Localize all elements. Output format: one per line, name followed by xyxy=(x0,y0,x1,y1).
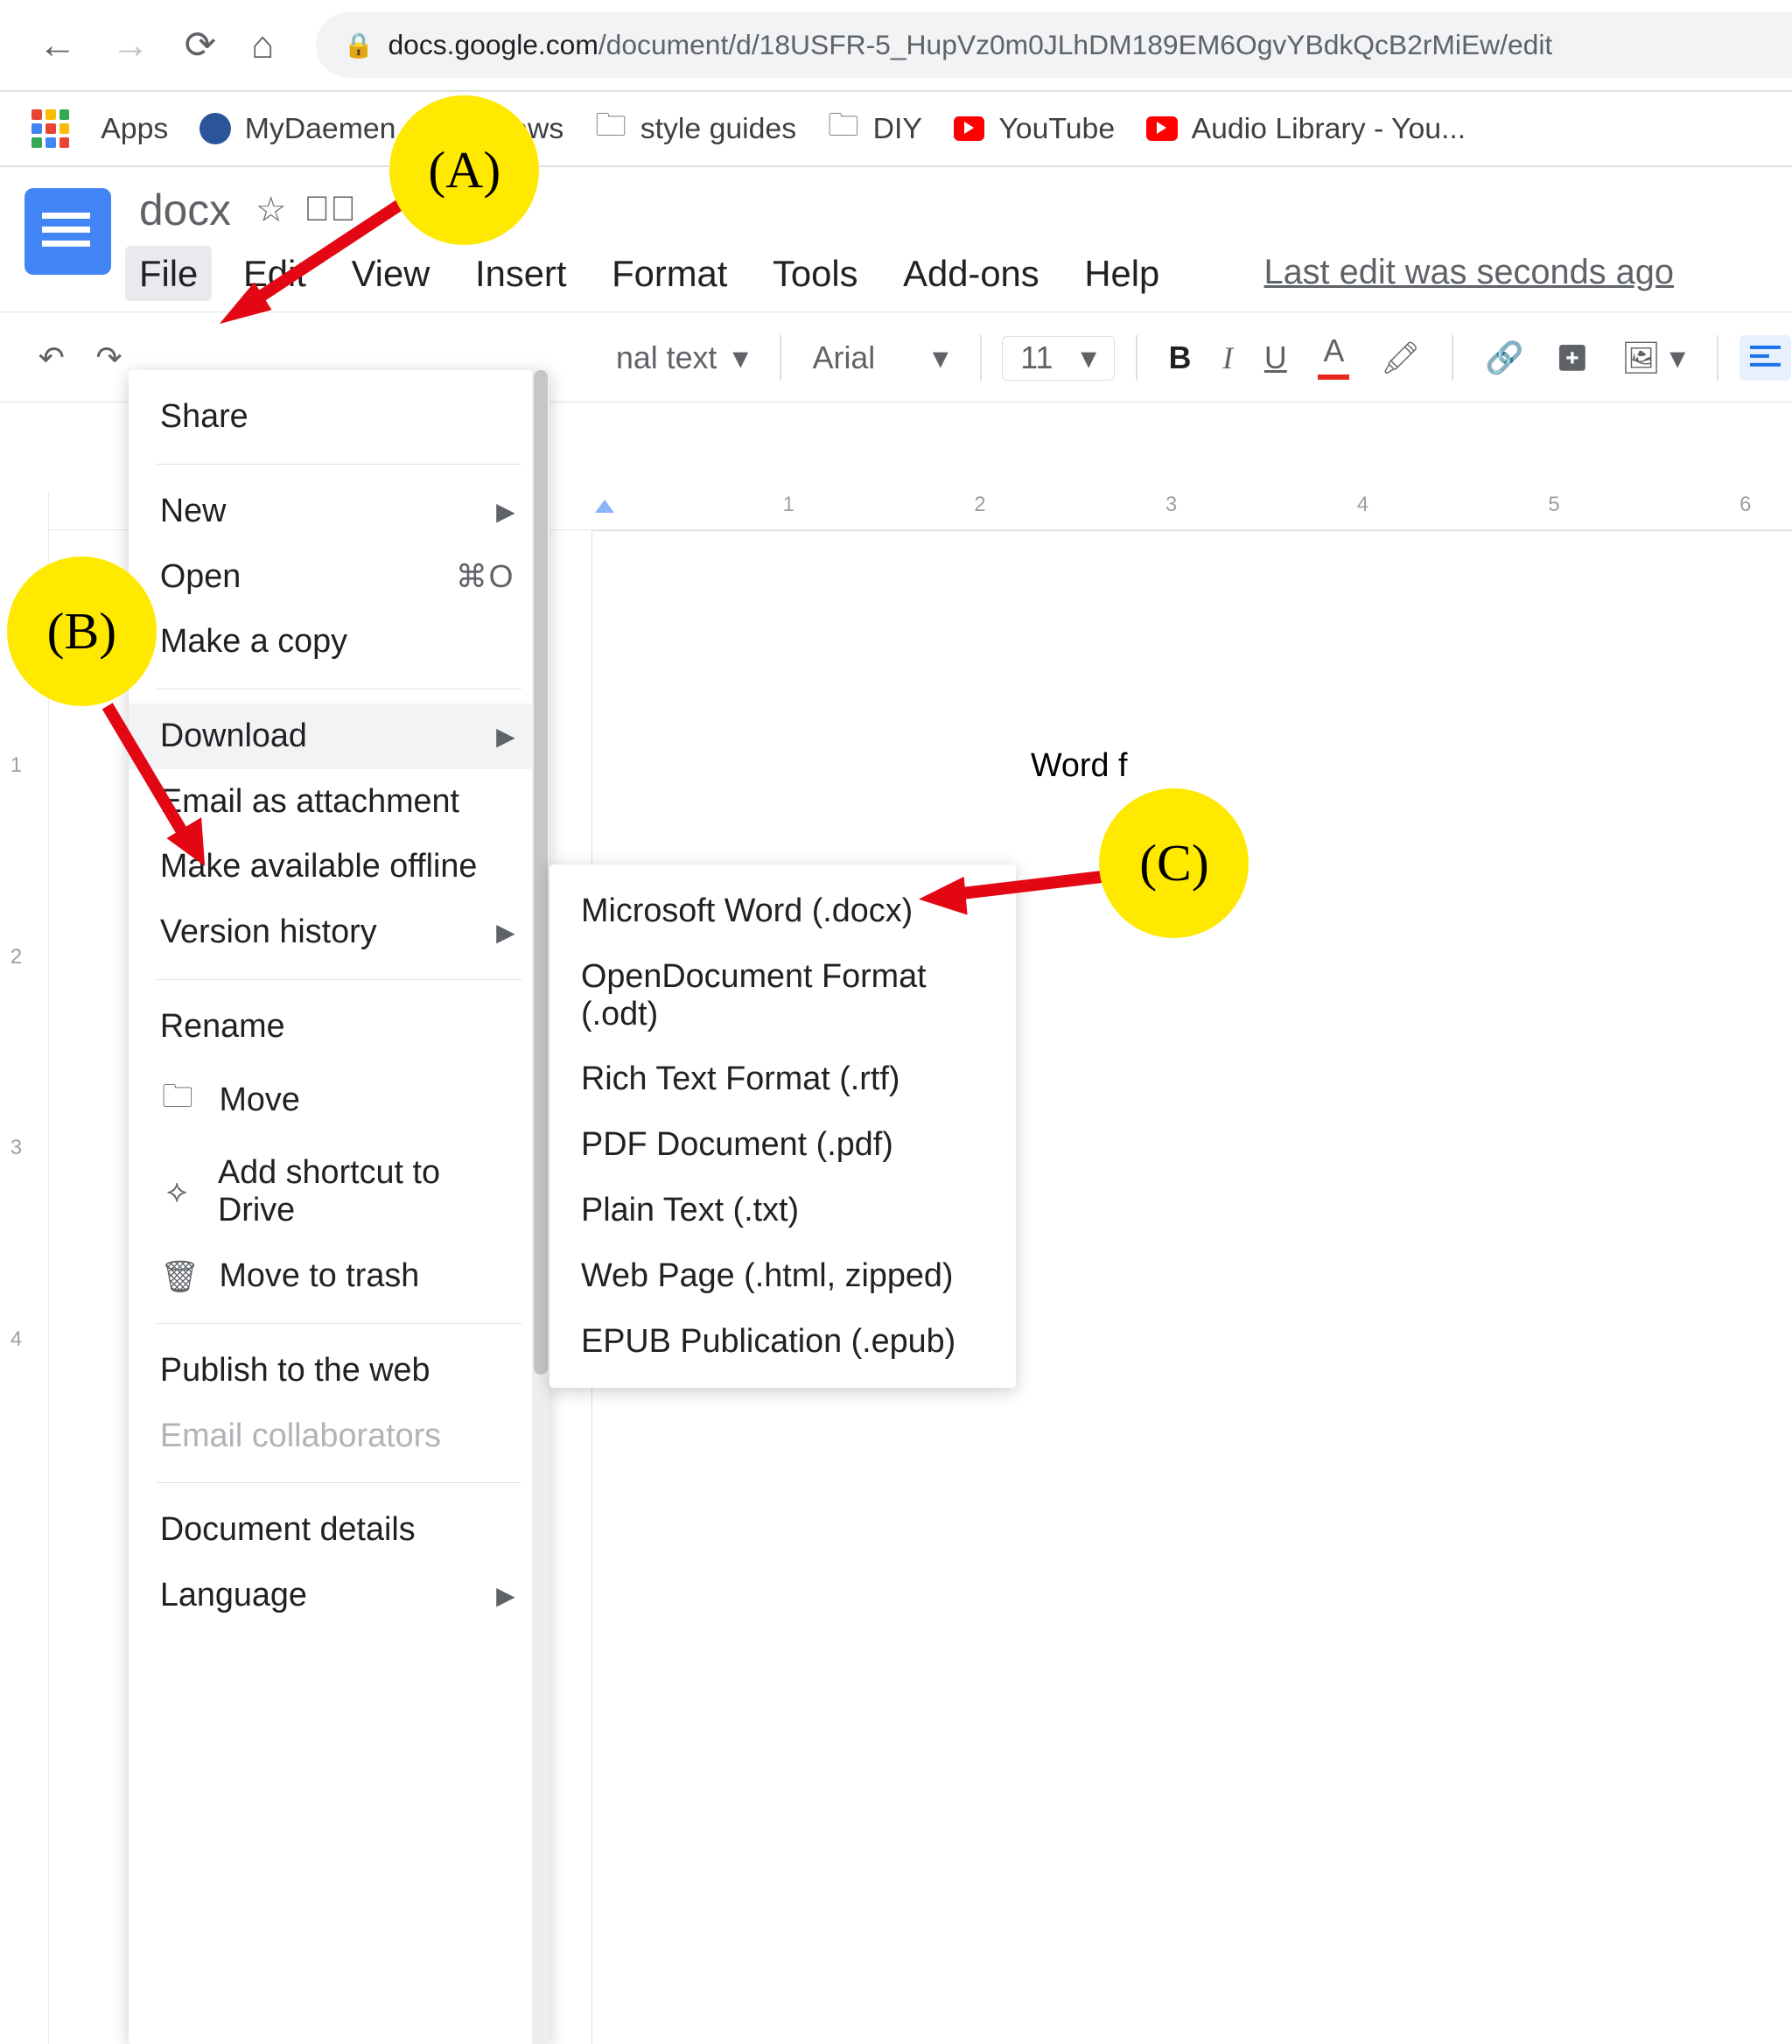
chevron-right-icon: ▶ xyxy=(496,722,514,751)
trash-icon: 🗑 xyxy=(160,1258,195,1295)
bookmark-youtube[interactable]: YouTube xyxy=(954,112,1115,146)
home-icon[interactable]: ⌂ xyxy=(241,24,284,67)
menu-format[interactable]: Format xyxy=(608,246,731,302)
bookmark-apps-label[interactable]: Apps xyxy=(101,112,168,146)
scrollbar[interactable] xyxy=(532,370,550,2044)
forward-icon[interactable]: → xyxy=(101,24,160,67)
annotation-arrow-a xyxy=(195,188,421,345)
file-move-trash[interactable]: 🗑Move to trash xyxy=(129,1243,550,1309)
underline-icon[interactable]: U xyxy=(1254,333,1298,383)
separator xyxy=(1717,335,1718,381)
apps-icon[interactable] xyxy=(32,109,70,148)
menu-add-ons[interactable]: Add-ons xyxy=(900,246,1042,302)
undo-icon[interactable]: ↶ xyxy=(28,333,75,383)
bold-icon[interactable]: B xyxy=(1158,333,1202,383)
menu-help[interactable]: Help xyxy=(1081,246,1163,302)
file-new[interactable]: New▶ xyxy=(129,479,550,544)
folder-move-icon: 🗀 xyxy=(160,1074,195,1127)
folder-icon: 🗀 xyxy=(595,102,626,156)
file-add-shortcut[interactable]: ⟡Add shortcut to Drive xyxy=(129,1141,550,1244)
file-publish-web[interactable]: Publish to the web xyxy=(129,1338,550,1404)
file-menu-dropdown: Share New▶ Open⌘O Make a copy Download▶ … xyxy=(129,370,550,2044)
bookmark-mydaemen[interactable]: MyDaemen xyxy=(200,112,396,146)
highlight-icon[interactable]: 🖍 xyxy=(1370,332,1431,383)
insert-link-icon[interactable]: 🔗 xyxy=(1474,332,1534,383)
text-color-icon[interactable]: A xyxy=(1308,329,1361,387)
file-rename[interactable]: Rename xyxy=(129,994,550,1060)
back-icon[interactable]: ← xyxy=(28,24,88,67)
chevron-right-icon: ▶ xyxy=(496,497,514,526)
youtube-icon xyxy=(1146,116,1178,141)
bookmark-audio-library[interactable]: Audio Library - You... xyxy=(1146,112,1466,146)
annotation-c: (C) xyxy=(1099,788,1249,938)
download-pdf[interactable]: PDF Document (.pdf) xyxy=(550,1112,1016,1178)
download-rtf[interactable]: Rich Text Format (.rtf) xyxy=(550,1047,1016,1113)
bookmarks-bar: Apps MyDaemen 🗀 News 🗀style guides 🗀DIY … xyxy=(0,92,1792,165)
docs-logo-icon[interactable] xyxy=(24,188,111,275)
download-submenu: Microsoft Word (.docx) OpenDocument Form… xyxy=(550,864,1016,1388)
annotation-a: (A) xyxy=(389,95,539,245)
separator xyxy=(980,335,982,381)
file-move[interactable]: 🗀Move xyxy=(129,1060,550,1141)
url-path: /document/d/18USFR-5_HupVz0m0JLhDM189EM6… xyxy=(598,29,1552,60)
download-txt[interactable]: Plain Text (.txt) xyxy=(550,1178,1016,1243)
chevron-right-icon: ▶ xyxy=(496,918,514,947)
chevron-right-icon: ▶ xyxy=(496,1581,514,1610)
bookmark-style-guides[interactable]: 🗀style guides xyxy=(595,102,796,156)
globe-icon xyxy=(200,113,231,144)
folder-icon: 🗀 xyxy=(828,102,859,156)
last-edit-link[interactable]: Last edit was seconds ago xyxy=(1264,246,1673,302)
browser-toolbar: ← → ⟳ ⌂ 🔒 docs.google.com/document/d/18U… xyxy=(0,0,1792,90)
download-epub[interactable]: EPUB Publication (.epub) xyxy=(550,1309,1016,1375)
file-open[interactable]: Open⌘O xyxy=(129,544,550,610)
font-select[interactable]: Arial▾ xyxy=(802,333,959,383)
bookmark-diy[interactable]: 🗀DIY xyxy=(828,102,922,156)
styles-select[interactable]: nal text ▾ xyxy=(606,333,759,383)
download-html[interactable]: Web Page (.html, zipped) xyxy=(550,1243,1016,1309)
vertical-ruler[interactable]: 1 2 3 4 xyxy=(0,493,49,2044)
file-share[interactable]: Share xyxy=(129,384,550,450)
annotation-arrow-c xyxy=(908,852,1117,922)
italic-icon[interactable]: I xyxy=(1212,332,1243,383)
redo-icon[interactable]: ↷ xyxy=(86,333,133,383)
separator xyxy=(780,335,781,381)
file-language[interactable]: Language▶ xyxy=(129,1563,550,1628)
menu-insert[interactable]: Insert xyxy=(472,246,570,302)
align-left-icon[interactable] xyxy=(1740,335,1792,381)
add-comment-icon[interactable] xyxy=(1544,333,1600,382)
annotation-b: (B) xyxy=(7,556,157,706)
file-make-copy[interactable]: Make a copy xyxy=(129,609,550,675)
download-odt[interactable]: OpenDocument Format (.odt) xyxy=(550,944,1016,1047)
drive-shortcut-icon: ⟡ xyxy=(160,1173,193,1210)
annotation-arrow-b xyxy=(76,692,250,901)
url-host: docs.google.com xyxy=(388,29,598,60)
file-version-history[interactable]: Version history▶ xyxy=(129,900,550,965)
url-bar[interactable]: 🔒 docs.google.com/document/d/18USFR-5_Hu… xyxy=(316,12,1792,79)
separator xyxy=(1452,335,1453,381)
file-email-collaborators: Email collaborators xyxy=(129,1404,550,1469)
document-text: Word f xyxy=(1031,747,1128,785)
font-size-select[interactable]: 11 ▾ xyxy=(1002,336,1115,381)
file-document-details[interactable]: Document details xyxy=(129,1497,550,1563)
menu-tools[interactable]: Tools xyxy=(769,246,861,302)
reload-icon[interactable]: ⟳ xyxy=(174,23,227,67)
separator xyxy=(1136,335,1138,381)
lock-icon: 🔒 xyxy=(344,31,374,60)
youtube-icon xyxy=(954,116,985,141)
insert-image-icon[interactable]: 🖼 ▾ xyxy=(1611,332,1696,383)
